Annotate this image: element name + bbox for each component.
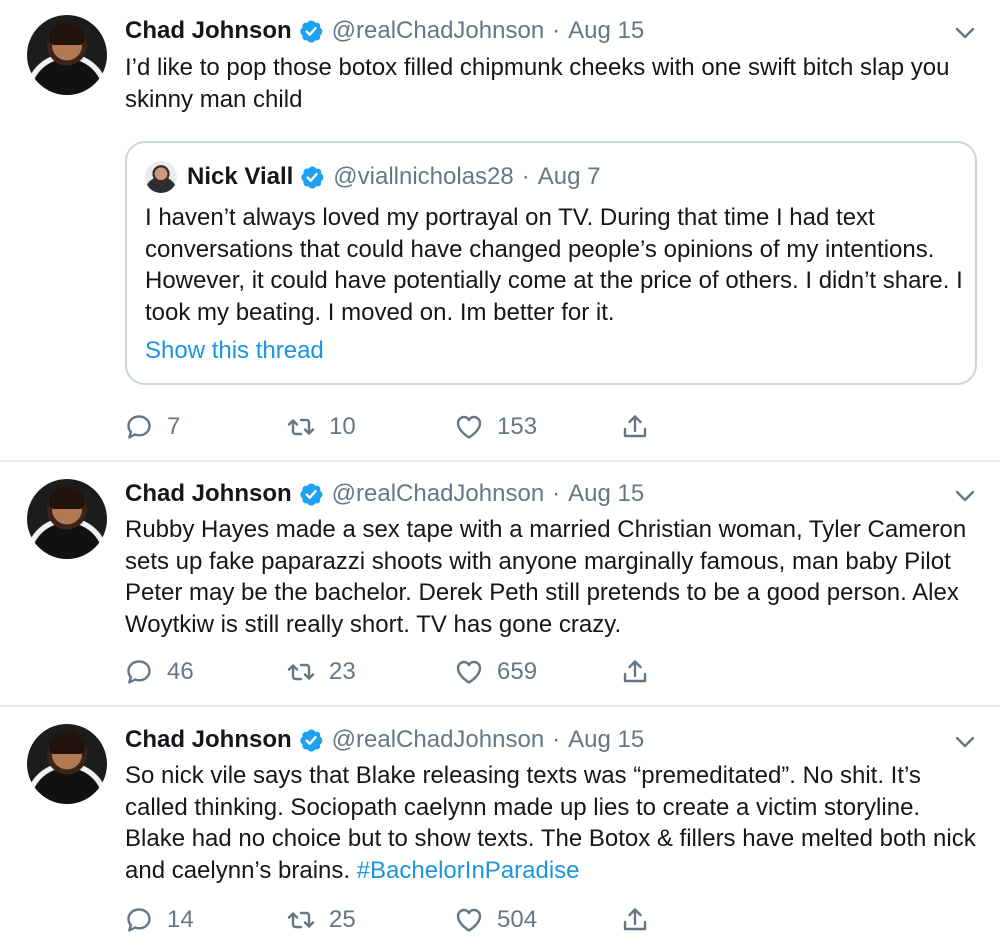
tweet-actions: 46 23 659 bbox=[125, 657, 665, 687]
author-name[interactable]: Chad Johnson bbox=[125, 17, 292, 45]
tweet-date[interactable]: Aug 15 bbox=[568, 480, 644, 508]
separator: · bbox=[552, 17, 561, 44]
separator: · bbox=[552, 726, 561, 753]
retweet-count: 10 bbox=[329, 413, 356, 440]
reply-icon bbox=[125, 413, 153, 441]
quoted-tweet[interactable]: Nick Viall @viallnicholas28 · Aug 7 I ha… bbox=[125, 141, 977, 385]
chevron-down-icon[interactable] bbox=[953, 25, 977, 41]
like-button[interactable]: 659 bbox=[455, 657, 537, 687]
tweet[interactable]: Chad Johnson @realChadJohnson · Aug 15 R… bbox=[0, 462, 1000, 705]
reply-button[interactable]: 14 bbox=[125, 905, 194, 935]
tweet-date[interactable]: Aug 15 bbox=[568, 17, 644, 45]
like-count: 504 bbox=[497, 906, 538, 933]
share-icon bbox=[621, 413, 649, 441]
heart-icon bbox=[455, 413, 483, 441]
retweet-button[interactable]: 25 bbox=[287, 905, 356, 935]
author-name[interactable]: Chad Johnson bbox=[125, 726, 292, 754]
verified-badge-icon bbox=[298, 18, 324, 44]
like-button[interactable]: 153 bbox=[455, 412, 537, 442]
avatar[interactable] bbox=[27, 479, 107, 559]
share-button[interactable] bbox=[621, 657, 649, 687]
reply-count: 46 bbox=[167, 658, 194, 685]
quoted-tweet-header: Nick Viall @viallnicholas28 · Aug 7 bbox=[187, 160, 600, 194]
like-count: 153 bbox=[497, 413, 538, 440]
quoted-avatar[interactable] bbox=[145, 161, 177, 193]
tweet-actions: 14 25 504 bbox=[125, 905, 665, 935]
show-thread-link[interactable]: Show this thread bbox=[145, 337, 324, 365]
tweet-header: Chad Johnson @realChadJohnson · Aug 15 bbox=[125, 477, 644, 511]
chevron-down-icon[interactable] bbox=[953, 734, 977, 750]
reply-icon bbox=[125, 658, 153, 686]
retweet-icon bbox=[287, 906, 315, 934]
retweet-count: 25 bbox=[329, 906, 356, 933]
author-handle[interactable]: @realChadJohnson bbox=[332, 17, 545, 45]
separator: · bbox=[552, 480, 561, 507]
quoted-author-name[interactable]: Nick Viall bbox=[187, 163, 293, 191]
retweet-button[interactable]: 23 bbox=[287, 657, 356, 687]
tweet-text: I’d like to pop those botox filled chipm… bbox=[125, 54, 950, 113]
author-handle[interactable]: @realChadJohnson bbox=[332, 726, 545, 754]
retweet-count: 23 bbox=[329, 658, 356, 685]
retweet-icon bbox=[287, 658, 315, 686]
heart-icon bbox=[455, 906, 483, 934]
tweet-actions: 7 10 153 bbox=[125, 412, 665, 442]
retweet-icon bbox=[287, 413, 315, 441]
hashtag-link[interactable]: #BachelorInParadise bbox=[357, 857, 580, 884]
share-icon bbox=[621, 906, 649, 934]
separator: · bbox=[521, 163, 530, 190]
tweet-date[interactable]: Aug 15 bbox=[568, 726, 644, 754]
tweet-text: So nick vile says that Blake releasing t… bbox=[125, 760, 985, 886]
quoted-tweet-date[interactable]: Aug 7 bbox=[538, 163, 601, 191]
reply-button[interactable]: 7 bbox=[125, 412, 180, 442]
reply-count: 14 bbox=[167, 906, 194, 933]
reply-count: 7 bbox=[167, 413, 181, 440]
tweet[interactable]: Chad Johnson @realChadJohnson · Aug 15 S… bbox=[0, 707, 1000, 944]
quoted-author-handle[interactable]: @viallnicholas28 bbox=[333, 163, 513, 191]
avatar[interactable] bbox=[27, 724, 107, 804]
heart-icon bbox=[455, 658, 483, 686]
avatar[interactable] bbox=[27, 15, 107, 95]
verified-badge-icon bbox=[298, 481, 324, 507]
retweet-button[interactable]: 10 bbox=[287, 412, 356, 442]
chevron-down-icon[interactable] bbox=[953, 488, 977, 504]
share-button[interactable] bbox=[621, 905, 649, 935]
tweet-text: Rubby Hayes made a sex tape with a marri… bbox=[125, 516, 967, 638]
reply-icon bbox=[125, 906, 153, 934]
like-count: 659 bbox=[497, 658, 538, 685]
tweet[interactable]: Chad Johnson @realChadJohnson · Aug 15 I… bbox=[0, 0, 1000, 460]
reply-button[interactable]: 46 bbox=[125, 657, 194, 687]
tweet-header: Chad Johnson @realChadJohnson · Aug 15 bbox=[125, 723, 644, 757]
share-button[interactable] bbox=[621, 412, 649, 442]
verified-badge-icon bbox=[299, 164, 325, 190]
like-button[interactable]: 504 bbox=[455, 905, 537, 935]
verified-badge-icon bbox=[298, 727, 324, 753]
tweet-header: Chad Johnson @realChadJohnson · Aug 15 bbox=[125, 14, 644, 48]
author-name[interactable]: Chad Johnson bbox=[125, 480, 292, 508]
share-icon bbox=[621, 658, 649, 686]
quoted-tweet-text: I haven’t always loved my portrayal on T… bbox=[145, 204, 963, 326]
author-handle[interactable]: @realChadJohnson bbox=[332, 480, 545, 508]
